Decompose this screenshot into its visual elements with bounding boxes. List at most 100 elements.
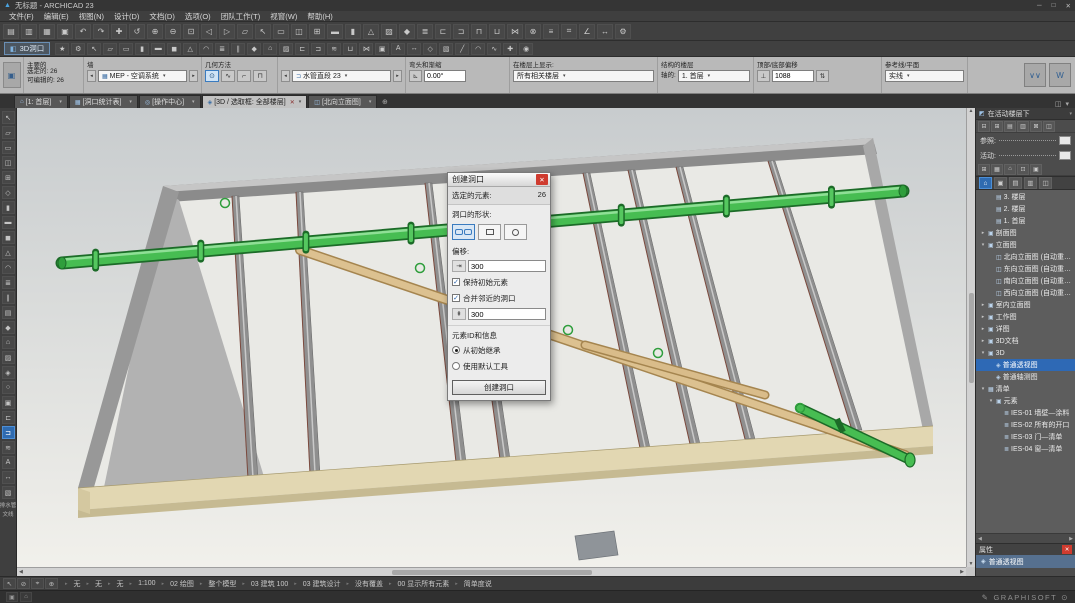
panel-icon[interactable]: ◫ <box>1043 121 1055 132</box>
menu-item[interactable]: 帮助(H) <box>302 11 337 22</box>
bottom-bar-icon[interactable]: ⌂ <box>20 592 32 602</box>
save-button[interactable]: ▦ <box>39 24 55 39</box>
tree-arrow-icon[interactable]: ▾ <box>980 386 986 392</box>
navigator-item[interactable]: ≣ IES-02 所有的开口 <box>976 419 1075 431</box>
object-tool[interactable]: ◈ <box>2 366 15 379</box>
equipment-tool[interactable]: ▣ <box>2 396 15 409</box>
quick-option-item[interactable]: 简单度说 <box>449 579 492 589</box>
quick-option-item[interactable]: 整个模型 <box>194 579 237 589</box>
bend-angle-input[interactable] <box>424 70 466 82</box>
object-tool-button[interactable]: ◆ <box>399 24 415 39</box>
quick-option-item[interactable]: 无 <box>59 579 81 589</box>
equipment-button[interactable]: ▣ <box>375 43 389 55</box>
navigator-item[interactable]: ▾ ▣ 立面图 <box>976 239 1075 251</box>
mesh-tool-button[interactable]: ▨ <box>381 24 397 39</box>
slab-tool[interactable]: ◼ <box>2 231 15 244</box>
morph-button[interactable]: ◆ <box>247 43 261 55</box>
undo-button[interactable]: ↶ <box>75 24 91 39</box>
suspend-groups-icon[interactable]: ⊘ <box>17 578 30 589</box>
panel-icon[interactable]: ⊡ <box>1017 164 1029 175</box>
text-tool[interactable]: A <box>2 456 15 469</box>
lamp-tool[interactable]: ○ <box>2 381 15 394</box>
navigator-item[interactable]: ▸ ▣ 工作图 <box>976 311 1075 323</box>
hotspot-button[interactable]: ✚ <box>503 43 517 55</box>
menu-item[interactable]: 文档(D) <box>144 11 179 22</box>
uncut-elements-button[interactable]: ∨∨ <box>1024 63 1046 87</box>
panel-icon[interactable]: ▦ <box>991 164 1003 175</box>
stair-tool[interactable]: ≣ <box>2 276 15 289</box>
cursor-mode-icon[interactable]: ↖ <box>3 578 16 589</box>
terminal-button[interactable]: ⊔ <box>343 43 357 55</box>
dialog-titlebar[interactable]: 创建洞口 ✕ <box>448 173 550 187</box>
navigator-item[interactable]: ▤ 3. 楼层 <box>976 191 1075 203</box>
zone-tool[interactable]: ⌂ <box>2 336 15 349</box>
next-view-button[interactable]: ▷ <box>219 24 235 39</box>
roof-button[interactable]: △ <box>183 43 197 55</box>
scroll-right-icon[interactable]: ▶ <box>960 569 964 575</box>
view-tab[interactable]: ◎ [操作中心] <box>139 95 201 108</box>
orbit-button[interactable]: ↺ <box>129 24 145 39</box>
tabbar-right-icon[interactable]: ▾ <box>1065 100 1069 108</box>
quick-option-item[interactable]: 00 显示所有元素 <box>383 579 449 589</box>
infobox-menu-button[interactable]: ▣ <box>3 62 21 88</box>
navigator-item[interactable]: ◈ 普通透视图 <box>976 359 1075 371</box>
marquee-tool[interactable]: ▱ <box>2 126 15 139</box>
view-tab[interactable]: ⌂ [1: 首层] <box>14 95 68 108</box>
railing-button[interactable]: ∥ <box>231 43 245 55</box>
panel-icon[interactable]: ⊠ <box>1030 121 1042 132</box>
navigator-item[interactable]: ◫ 北向立面图 (自动重建) <box>976 251 1075 263</box>
column-button[interactable]: ▮ <box>135 43 149 55</box>
quick-option-item[interactable]: 03 建筑设计 <box>288 579 340 589</box>
column-tool-button[interactable]: ▮ <box>345 24 361 39</box>
duct-tool-button[interactable]: ⊏ <box>435 24 451 39</box>
element-type-dropdown[interactable]: ⊐水管直段 23 <box>292 70 391 82</box>
shell-tool[interactable]: ◠ <box>2 261 15 274</box>
column-tool[interactable]: ▮ <box>2 201 15 214</box>
valve-tool-button[interactable]: ⋈ <box>507 24 523 39</box>
active-value-box[interactable] <box>1059 151 1071 160</box>
navigator-item[interactable]: ▾ ▦ 清单 <box>976 383 1075 395</box>
stair-tool-button[interactable]: ≣ <box>417 24 433 39</box>
navigator-item[interactable]: ▸ ▣ 室内立面图 <box>976 299 1075 311</box>
panel-icon[interactable]: ⌂ <box>1004 164 1016 175</box>
navigator-item[interactable]: ▸ ▣ 详图 <box>976 323 1075 335</box>
navigator-map-icon[interactable]: ◫ <box>1039 177 1052 189</box>
zoom-out-button[interactable]: ⊖ <box>165 24 181 39</box>
default-tool-radio[interactable]: 使用默认工具 <box>448 358 550 374</box>
measure-button[interactable]: ↔ <box>597 24 613 39</box>
geometry-rect-button[interactable]: ⌐ <box>237 70 251 82</box>
quick-option-item[interactable]: 02 绘图 <box>156 579 194 589</box>
minimize-button[interactable]: ─ <box>1037 2 1042 10</box>
dialog-close-button[interactable]: ✕ <box>536 174 548 185</box>
tabbar-right-icon[interactable]: ◫ <box>1055 100 1062 108</box>
tree-arrow-icon[interactable]: ▾ <box>980 350 986 356</box>
beam-button[interactable]: ▬ <box>151 43 165 55</box>
camera-button[interactable]: ◉ <box>519 43 533 55</box>
shell-button[interactable]: ◠ <box>199 43 213 55</box>
pan-button[interactable]: ✚ <box>111 24 127 39</box>
wall-tool-button[interactable]: ▭ <box>273 24 289 39</box>
fill-tool[interactable]: ▧ <box>2 486 15 499</box>
roof-tool-button[interactable]: △ <box>363 24 379 39</box>
floor-plan-cut-header[interactable]: ◩ 在活动楼层下 <box>976 108 1075 120</box>
navigator-item[interactable]: ▾ ▣ 元素 <box>976 395 1075 407</box>
properties-selection[interactable]: ◈ 普通透视图 <box>976 555 1075 568</box>
panel-icon[interactable]: ⊞ <box>978 164 990 175</box>
line-button[interactable]: ╱ <box>455 43 469 55</box>
nav-scroll-right-icon[interactable]: ▶ <box>1069 536 1073 542</box>
elevation-offset-input[interactable] <box>772 70 814 82</box>
beam-tool-button[interactable]: ▬ <box>327 24 343 39</box>
quick-option-item[interactable]: 没有覆盖 <box>340 579 383 589</box>
guide-lines-button[interactable]: ∠ <box>579 24 595 39</box>
shape-circle-button[interactable] <box>504 224 527 240</box>
view-tab[interactable]: ◈ [3D / 选取框: 全部楼层] ✕ <box>202 95 308 108</box>
next-favorite-button[interactable]: ▸ <box>189 70 198 82</box>
text-button[interactable]: A <box>391 43 405 55</box>
vertical-scrollbar[interactable]: ▲▼ <box>966 108 975 567</box>
prev-element-button[interactable]: ◂ <box>281 70 290 82</box>
dimension-button[interactable]: ↔ <box>407 43 421 55</box>
valve-button[interactable]: ⋈ <box>359 43 373 55</box>
properties-close-button[interactable]: ✕ <box>1062 545 1072 554</box>
select-tool[interactable]: ↖ <box>2 111 15 124</box>
geometry-chain-button[interactable]: ∿ <box>221 70 235 82</box>
